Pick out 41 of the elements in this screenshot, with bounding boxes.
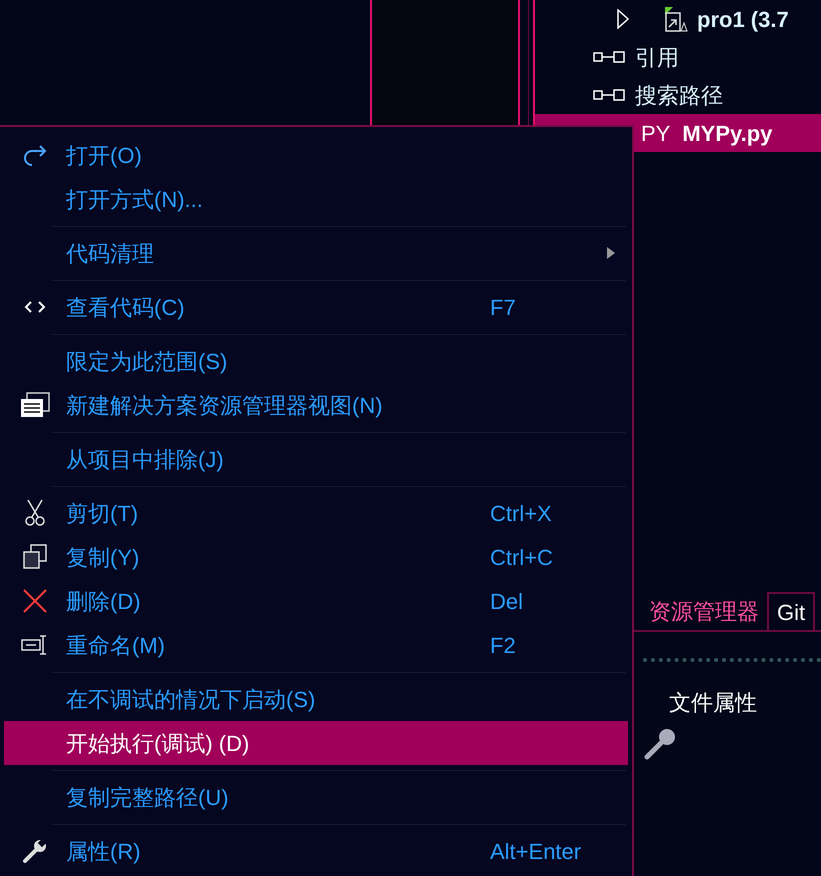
copy-icon — [21, 543, 49, 571]
shortcut-text: F2 — [490, 632, 516, 660]
shortcut-text: Del — [490, 588, 524, 616]
reference-icon — [593, 51, 625, 63]
tree-item-label: 搜索路径 — [635, 82, 723, 110]
reference-icon — [593, 89, 625, 101]
shortcut-text: Alt+Enter — [490, 838, 582, 866]
code-brackets-icon — [24, 300, 46, 314]
menu-item[interactable]: 打开方式(N)... — [4, 177, 628, 221]
wrench-icon — [21, 837, 49, 865]
window-list-icon — [19, 391, 51, 419]
menu-item[interactable]: 开始执行(调试) (D) — [4, 721, 628, 765]
menu-item[interactable]: 属性(R) Alt+Enter — [4, 829, 628, 873]
panel-tab[interactable]: Git — [767, 592, 816, 630]
menu-item[interactable]: 查看代码(C) F7 — [4, 285, 628, 329]
tree-item-label: 引用 — [635, 44, 679, 72]
shortcut-text: Ctrl+C — [490, 544, 553, 572]
menu-item[interactable]: 从项目中排除(J) — [4, 437, 628, 481]
tree-item-label: pro1 (3.7 — [697, 6, 789, 34]
menu-item[interactable]: 复制完整路径(U) — [4, 775, 628, 819]
menu-item[interactable]: 限定为此范围(S) — [4, 339, 628, 383]
close-icon — [22, 588, 48, 614]
scissors-icon — [24, 499, 46, 527]
menu-item[interactable]: 代码清理 — [4, 231, 628, 275]
tree-item-label: MYPy.py — [682, 120, 772, 148]
menu-item[interactable]: 删除(D) Del — [4, 579, 628, 623]
menu-item[interactable]: 在不调试的情况下启动(S) — [4, 677, 628, 721]
tree-item[interactable]: pro1 (3.7 — [535, 0, 821, 38]
tree-item[interactable]: 引用 — [535, 38, 821, 76]
menu-item[interactable]: 复制(Y) Ctrl+C — [4, 535, 628, 579]
expand-caret-icon[interactable] — [617, 9, 629, 29]
tree-item[interactable]: 搜索路径 — [535, 76, 821, 114]
panel-tab[interactable]: 资源管理器 — [641, 592, 767, 630]
file-caption: 文件属性 — [669, 688, 757, 716]
shortcut-text: F7 — [490, 294, 516, 322]
file-type-label: PY — [641, 120, 670, 148]
shortcut-text: Ctrl+X — [490, 500, 552, 528]
menu-item[interactable]: 新建解决方案资源管理器视图(N) — [4, 383, 628, 427]
menu-item[interactable]: 重命名(M) F2 — [4, 623, 628, 667]
redo-arrow-icon — [21, 143, 49, 167]
menu-item[interactable]: 剪切(T) Ctrl+X — [4, 491, 628, 535]
